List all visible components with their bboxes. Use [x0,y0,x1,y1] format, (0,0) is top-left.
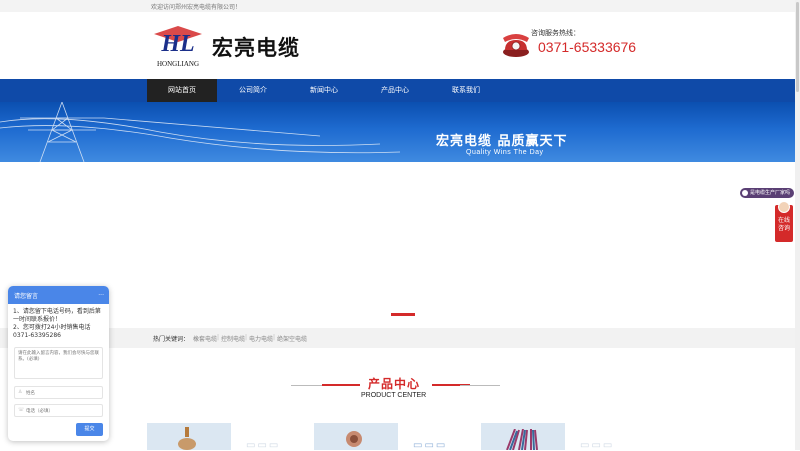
product-card-faded: ▭▭▭ [246,440,281,451]
widget-message-line: 2、您可拨打24小时销售电话0371-63395286 [13,324,91,339]
company-logo[interactable]: HL HONGLIANG [150,24,206,68]
hero-banner: 宏亮电缆 品质赢天下 Quality Wins The Day [0,102,800,162]
nav-item-products[interactable]: 产品中心 [360,79,430,102]
section-subtitle: PRODUCT CENTER [361,392,427,399]
submit-button[interactable]: 提交 [76,423,103,436]
widget-message-line: 1、请您留下电话号码，看到后第一时间联系报价！ [13,308,101,323]
title-divider [460,385,500,386]
product-card[interactable] [314,423,398,450]
floating-faq-badge[interactable]: 是电缆生产厂家吗 [740,188,794,198]
minimize-icon[interactable]: ... [98,290,104,297]
agent-avatar-icon [778,201,790,213]
welcome-text: 欢迎访问郑州宏亮电缆有限公司！ [151,4,242,11]
top-bar: 欢迎访问郑州宏亮电缆有限公司！ [0,0,800,12]
nav-item-contact[interactable]: 联系我们 [431,79,501,102]
product-card-faded: ▭▭▭ [580,440,615,451]
banner-title: 宏亮电缆 品质赢天下 [436,134,568,149]
telephone-icon [503,34,529,57]
chat-bubble-icon [742,190,748,196]
title-divider [322,384,360,386]
nav-item-news[interactable]: 新闻中心 [289,79,359,102]
name-input[interactable] [26,388,100,398]
section-title: 产品中心 [368,377,421,391]
keyword-link[interactable]: 控制电缆 [221,334,245,343]
user-icon: ♙ [18,389,23,395]
scrollbar-thumb[interactable] [796,2,799,92]
phone-input[interactable] [26,406,100,416]
keyword-link[interactable]: 电力电缆 [249,334,273,343]
keyword-separator: | [217,334,220,341]
site-header: HL HONGLIANG 宏亮电缆 咨询服务热线： 0371-65333676 [0,12,800,79]
widget-title: 请您留言 [14,293,39,300]
keyword-separator: | [273,334,276,341]
cable-image [506,429,538,450]
product-card-faded: ▭▭▭ [413,440,448,451]
name-field: ♙ [14,386,103,399]
cable-image [178,427,196,450]
phone-field: ☏ [14,404,103,417]
message-widget: 请您留言 ... 1、请您留下电话号码，看到后第一时间联系报价！ 2、您可拨打2… [8,286,109,441]
hot-keywords-bar: 热门关键词： 橡套电缆 | 控制电缆 | 电力电缆 | 绝架空电缆 [0,328,800,348]
widget-message: 1、请您留下电话号码，看到后第一时间联系报价！ 2、您可拨打24小时销售电话03… [13,308,105,340]
hotline-label: 咨询服务热线： [531,29,580,37]
keywords-label: 热门关键词： [153,336,190,343]
keyword-link[interactable]: 橡套电缆 [193,334,217,343]
keyword-link[interactable]: 绝架空电缆 [277,334,307,343]
banner-subtitle: Quality Wins The Day [466,149,544,156]
product-card[interactable] [147,423,231,450]
brand-name: 宏亮电缆 [212,36,300,60]
hotline-number: 0371-65333676 [538,39,637,55]
widget-header: 请您留言 ... [8,286,109,304]
svg-text:HONGLIANG: HONGLIANG [157,60,199,68]
cable-image [346,431,362,447]
badge-text: 是电缆生产厂家吗 [750,190,791,196]
nav-item-home[interactable]: 网站首页 [147,79,217,102]
nav-item-about[interactable]: 公司简介 [218,79,288,102]
phone-icon: ☏ [18,407,25,413]
message-textarea[interactable] [14,347,103,379]
slider-indicator[interactable] [391,313,415,316]
main-nav: 网站首页 公司简介 新闻中心 产品中心 联系我们 [0,79,800,102]
svg-text:HL: HL [160,31,194,57]
power-tower-illustration [0,102,401,162]
page-scrollbar[interactable] [795,0,800,450]
online-consult-button[interactable]: 在线咨询 [775,201,793,242]
online-consult-label: 在线咨询 [777,217,790,232]
keyword-separator: | [245,334,248,341]
product-card[interactable] [481,423,565,450]
